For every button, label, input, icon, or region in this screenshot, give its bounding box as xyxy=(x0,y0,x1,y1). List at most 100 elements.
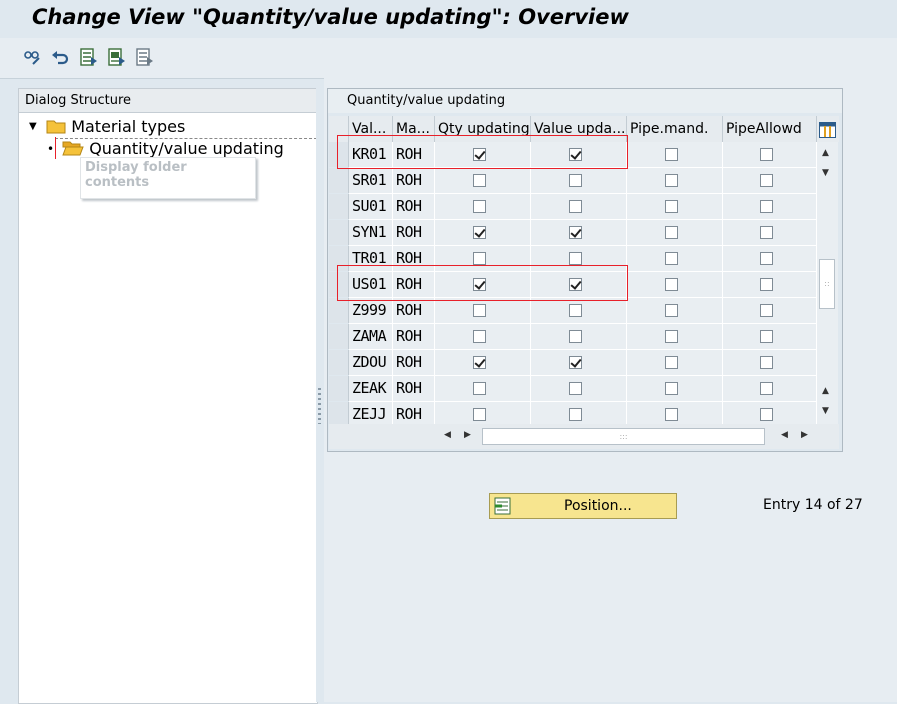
cell-pipe_mand xyxy=(627,272,723,297)
table-settings-icon[interactable] xyxy=(817,116,839,142)
checkbox-pipe-allowed[interactable] xyxy=(760,382,773,395)
cell-qty xyxy=(435,220,531,245)
col-header-pipe-allowed[interactable]: PipeAllowd xyxy=(723,116,817,142)
row-selector[interactable] xyxy=(329,298,349,323)
checkbox-pipe-mand[interactable] xyxy=(665,200,678,213)
checkbox-pipe-mand[interactable] xyxy=(665,226,678,239)
checkbox-qty[interactable] xyxy=(473,252,486,265)
col-header-pipe-mand[interactable]: Pipe.mand. xyxy=(627,116,723,142)
cell-value xyxy=(531,168,627,193)
expand-arrow-icon[interactable]: ▼ xyxy=(29,117,41,137)
splitter-grip-icon[interactable] xyxy=(318,388,321,424)
checkbox-pipe-mand[interactable] xyxy=(665,382,678,395)
row-selector[interactable] xyxy=(329,376,349,401)
checkbox-qty[interactable] xyxy=(473,174,486,187)
checkbox-pipe-allowed[interactable] xyxy=(760,356,773,369)
scroll-end-right-icon[interactable]: ▶ xyxy=(801,430,808,440)
checkbox-value[interactable] xyxy=(569,252,582,265)
checkbox-pipe-allowed[interactable] xyxy=(760,304,773,317)
checkbox-pipe-allowed[interactable] xyxy=(760,148,773,161)
scroll-page-down-icon[interactable]: ▼ xyxy=(822,406,829,416)
glasses-edit-icon[interactable] xyxy=(22,47,42,67)
cell-pipe_mand xyxy=(627,298,723,323)
cell-ma: ROH xyxy=(393,168,435,193)
dialog-structure-panel: Dialog Structure ▼ Material types • Quan… xyxy=(18,88,318,704)
select-block-icon[interactable] xyxy=(107,47,127,67)
checkbox-qty[interactable] xyxy=(473,330,486,343)
cell-pipe_allowed xyxy=(723,194,817,219)
horizontal-scrollbar[interactable]: ◀ ▶ ::: ◀ ▶ xyxy=(329,424,839,449)
checkbox-qty[interactable] xyxy=(473,356,486,369)
scroll-thumb[interactable]: :: xyxy=(819,259,835,309)
cell-val: Z999 xyxy=(349,298,393,323)
scroll-left-icon[interactable]: ◀ xyxy=(444,430,451,440)
checkbox-pipe-allowed[interactable] xyxy=(760,330,773,343)
hscroll-thumb[interactable]: ::: xyxy=(482,428,765,445)
panel-splitter[interactable] xyxy=(316,88,324,702)
checkbox-pipe-mand[interactable] xyxy=(665,278,678,291)
checkbox-pipe-mand[interactable] xyxy=(665,252,678,265)
scroll-end-left-icon[interactable]: ◀ xyxy=(781,430,788,440)
checkbox-pipe-mand[interactable] xyxy=(665,148,678,161)
tree-node-material-types[interactable]: ▼ Material types xyxy=(29,117,185,137)
row-selector[interactable] xyxy=(329,194,349,219)
checkbox-pipe-mand[interactable] xyxy=(665,330,678,343)
position-button[interactable]: Position... xyxy=(489,493,677,519)
checkbox-pipe-mand[interactable] xyxy=(665,356,678,369)
checkbox-qty[interactable] xyxy=(473,382,486,395)
scroll-right-icon[interactable]: ▶ xyxy=(464,430,471,440)
cell-ma: ROH xyxy=(393,376,435,401)
scroll-page-up-icon[interactable]: ▲ xyxy=(822,386,829,396)
checkbox-pipe-allowed[interactable] xyxy=(760,200,773,213)
checkbox-pipe-allowed[interactable] xyxy=(760,252,773,265)
position-button-label: Position... xyxy=(564,498,632,514)
checkbox-value[interactable] xyxy=(569,174,582,187)
cell-ma: ROH xyxy=(393,324,435,349)
deselect-all-icon[interactable] xyxy=(135,47,155,67)
cell-value xyxy=(531,324,627,349)
row-selector[interactable] xyxy=(329,220,349,245)
checkbox-value[interactable] xyxy=(569,304,582,317)
cell-pipe_mand xyxy=(627,220,723,245)
cell-pipe_mand xyxy=(627,376,723,401)
row-selector[interactable] xyxy=(329,324,349,349)
cell-pipe_allowed xyxy=(723,272,817,297)
checkbox-pipe-allowed[interactable] xyxy=(760,226,773,239)
vertical-scrollbar[interactable]: ▲ ▼ :: ▲ ▼ xyxy=(817,142,838,424)
checkbox-value[interactable] xyxy=(569,200,582,213)
checkbox-pipe-allowed[interactable] xyxy=(760,278,773,291)
scroll-up-icon[interactable]: ▲ xyxy=(822,148,829,158)
checkbox-pipe-allowed[interactable] xyxy=(760,174,773,187)
checkbox-value[interactable] xyxy=(569,356,582,369)
checkbox-qty[interactable] xyxy=(473,200,486,213)
checkbox-pipe-mand[interactable] xyxy=(665,408,678,421)
cell-pipe_mand xyxy=(627,168,723,193)
checkbox-pipe-mand[interactable] xyxy=(665,174,678,187)
checkbox-qty[interactable] xyxy=(473,226,486,239)
cell-val: SYN1 xyxy=(349,220,393,245)
checkbox-value[interactable] xyxy=(569,330,582,343)
row-selector[interactable] xyxy=(329,350,349,375)
cell-qty xyxy=(435,350,531,375)
table-title: Quantity/value updating xyxy=(328,89,842,113)
cell-pipe_mand xyxy=(627,194,723,219)
row-selector[interactable] xyxy=(329,168,349,193)
checkbox-value[interactable] xyxy=(569,408,582,421)
scroll-down-icon[interactable]: ▼ xyxy=(822,168,829,178)
undo-icon[interactable] xyxy=(50,47,70,67)
checkbox-pipe-mand[interactable] xyxy=(665,304,678,317)
cell-ma: ROH xyxy=(393,350,435,375)
cell-pipe_allowed xyxy=(723,298,817,323)
cell-qty xyxy=(435,194,531,219)
cell-ma: ROH xyxy=(393,298,435,323)
checkbox-value[interactable] xyxy=(569,226,582,239)
select-all-icon[interactable] xyxy=(79,47,99,67)
checkbox-qty[interactable] xyxy=(473,304,486,317)
cell-value xyxy=(531,220,627,245)
checkbox-value[interactable] xyxy=(569,382,582,395)
cell-qty xyxy=(435,324,531,349)
checkbox-qty[interactable] xyxy=(473,408,486,421)
checkbox-pipe-allowed[interactable] xyxy=(760,408,773,421)
cell-pipe_allowed xyxy=(723,246,817,271)
cell-value xyxy=(531,376,627,401)
